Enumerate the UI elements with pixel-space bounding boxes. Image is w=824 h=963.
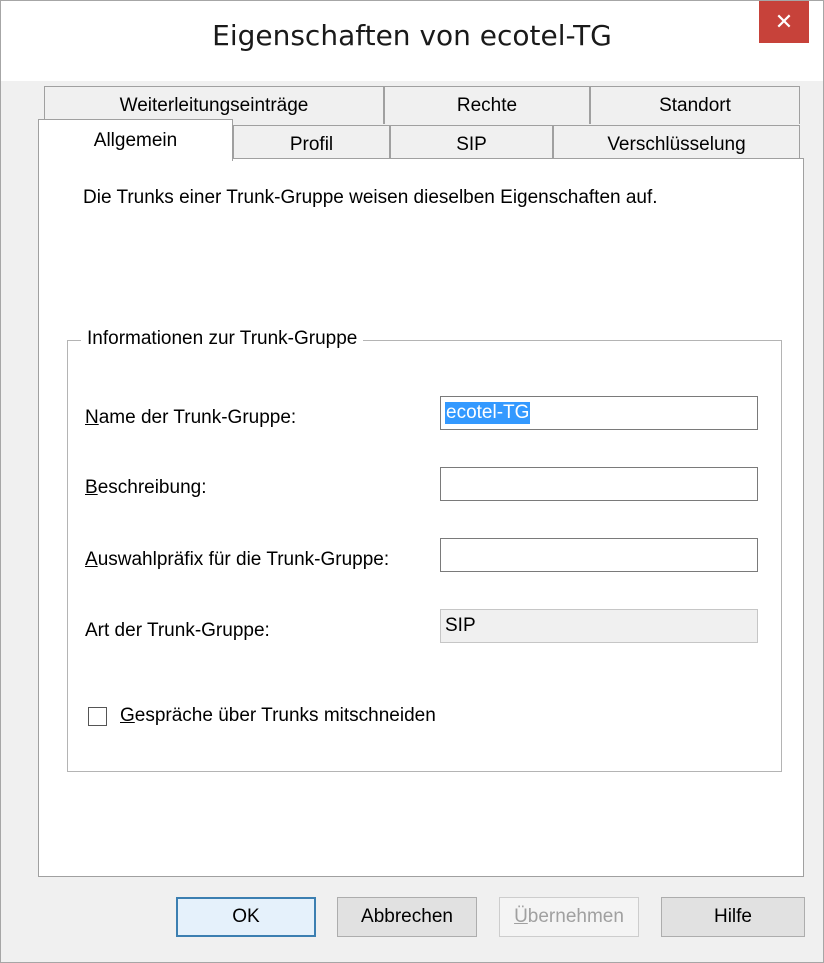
tab-label: Profil	[289, 133, 334, 155]
apply-button[interactable]: Übernehmen	[499, 897, 639, 937]
type-value: SIP	[445, 615, 476, 636]
help-button[interactable]: Hilfe	[661, 897, 805, 937]
tab-allgemein[interactable]: Allgemein	[38, 119, 233, 161]
type-label: Art der Trunk-Gruppe:	[85, 620, 270, 641]
tab-label: SIP	[456, 133, 487, 155]
tab-label: Allgemein	[93, 129, 178, 151]
tab-label: Rechte	[456, 94, 518, 116]
cancel-button[interactable]: Abbrechen	[337, 897, 477, 937]
description-input[interactable]	[440, 467, 758, 501]
record-calls-label[interactable]: Gespräche über Trunks mitschneiden	[120, 705, 436, 727]
tab-rechte[interactable]: Rechte	[384, 86, 590, 124]
tab-label: Standort	[659, 94, 731, 116]
window-title: Eigenschaften von ecotel-TG	[212, 19, 612, 52]
ok-button[interactable]: OK	[176, 897, 316, 937]
type-field: SIP	[440, 609, 758, 643]
name-input[interactable]: ecotel-TG	[440, 396, 758, 430]
name-label: Name der Trunk-Gruppe:	[85, 407, 297, 428]
tab-label: Weiterleitungseinträge	[119, 94, 309, 116]
title-bar: Eigenschaften von ecotel-TG ✕	[1, 1, 823, 81]
intro-text: Die Trunks einer Trunk-Gruppe weisen die…	[83, 187, 658, 208]
description-label: Beschreibung:	[85, 477, 207, 498]
group-legend: Informationen zur Trunk-Gruppe	[81, 328, 364, 350]
tab-standort[interactable]: Standort	[590, 86, 800, 124]
tab-label: Verschlüsselung	[607, 133, 746, 155]
prefix-input[interactable]	[440, 538, 758, 572]
close-button[interactable]: ✕	[759, 1, 809, 43]
record-calls-checkbox[interactable]	[88, 707, 107, 726]
properties-dialog: Eigenschaften von ecotel-TG ✕ Weiterleit…	[0, 0, 824, 963]
name-value: ecotel-TG	[445, 402, 531, 424]
close-icon: ✕	[774, 9, 794, 35]
prefix-label: Auswahlpräfix für die Trunk-Gruppe:	[85, 549, 390, 570]
